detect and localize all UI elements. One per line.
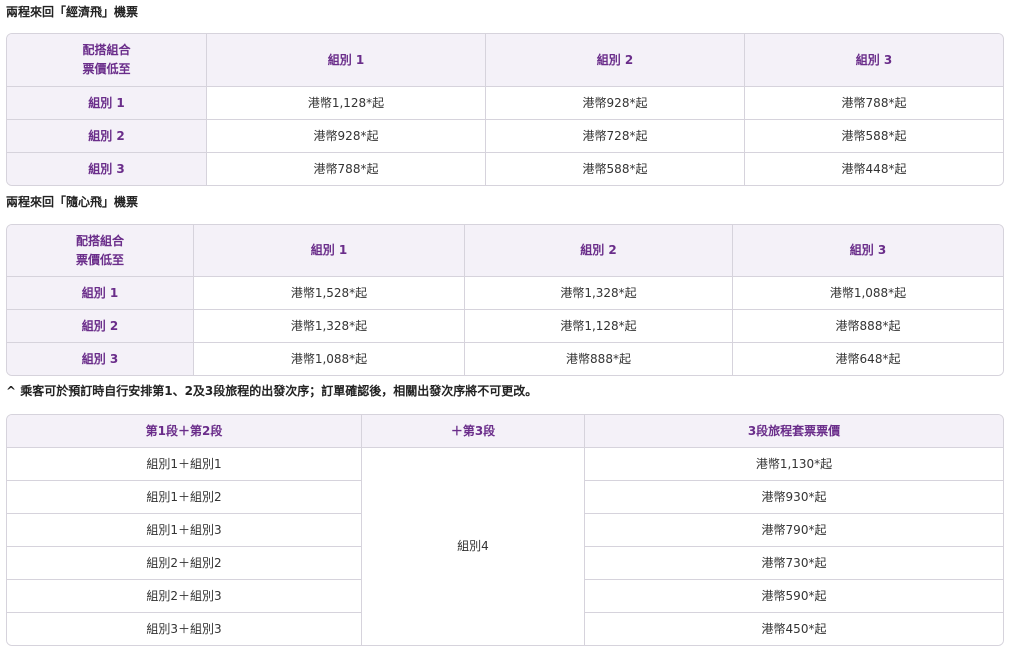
corner-label-line2: 票價低至 xyxy=(75,252,124,267)
corner-label-line2: 票價低至 xyxy=(82,62,131,76)
corner-label-line1: 配搭組合 xyxy=(75,233,124,248)
package-price-cell: 港幣730*起 xyxy=(585,547,1003,580)
package-price-cell: 港幣590*起 xyxy=(585,580,1003,613)
row-header: 組別 2 xyxy=(7,120,207,153)
fare-cell: 港幣648*起 xyxy=(733,343,1003,375)
fare-cell: 港幣1,128*起 xyxy=(465,310,733,343)
flex-fare-table: 配搭組合 票價低至 組別 1 組別 2 組別 3 組別 1 港幣1,528*起 … xyxy=(6,224,1004,376)
column-header: ＋第3段 xyxy=(362,415,585,448)
fare-cell: 港幣1,528*起 xyxy=(194,277,465,310)
row-header: 組別 1 xyxy=(7,87,207,120)
fare-cell: 港幣1,328*起 xyxy=(465,277,733,310)
fare-cell: 港幣588*起 xyxy=(745,120,1003,153)
booking-order-note: ^ 乘客可於預訂時自行安排第1、2及3段旅程的出發次序；訂單確認後，相關出發次序… xyxy=(6,384,538,398)
fare-cell: 港幣728*起 xyxy=(486,120,745,153)
fare-cell: 港幣1,088*起 xyxy=(194,343,465,375)
third-segment-cell: 組別4 xyxy=(362,448,585,645)
column-header: 組別 1 xyxy=(194,225,465,277)
column-header: 第1段＋第2段 xyxy=(7,415,362,448)
combo-cell: 組別2＋組別3 xyxy=(7,580,362,613)
column-header: 組別 2 xyxy=(486,34,745,87)
flex-title: 兩程來回「隨心飛」機票 xyxy=(6,195,139,209)
column-header: 組別 2 xyxy=(465,225,733,277)
fare-cell: 港幣1,088*起 xyxy=(733,277,1003,310)
column-header: 組別 3 xyxy=(733,225,1003,277)
package-price-cell: 港幣1,130*起 xyxy=(585,448,1003,481)
fare-cell: 港幣448*起 xyxy=(745,153,1003,185)
combo-cell: 組別1＋組別3 xyxy=(7,514,362,547)
package-price-cell: 港幣790*起 xyxy=(585,514,1003,547)
economy-title: 兩程來回「經濟飛」機票 xyxy=(6,5,139,19)
row-header: 組別 2 xyxy=(7,310,194,343)
row-header: 組別 3 xyxy=(7,343,194,375)
column-header: 3段旅程套票票價 xyxy=(585,415,1003,448)
fare-cell: 港幣788*起 xyxy=(207,153,486,185)
fare-cell: 港幣1,328*起 xyxy=(194,310,465,343)
fare-cell: 港幣788*起 xyxy=(745,87,1003,120)
fare-cell: 港幣928*起 xyxy=(207,120,486,153)
column-header: 組別 1 xyxy=(207,34,486,87)
corner-label-line1: 配搭組合 xyxy=(82,43,131,57)
package-price-cell: 港幣930*起 xyxy=(585,481,1003,514)
economy-fare-table: 配搭組合 票價低至 組別 1 組別 2 組別 3 組別 1 港幣1,128*起 … xyxy=(6,33,1004,186)
package-price-cell: 港幣450*起 xyxy=(585,613,1003,645)
combo-cell: 組別1＋組別1 xyxy=(7,448,362,481)
fare-cell: 港幣928*起 xyxy=(486,87,745,120)
combo-cell: 組別2＋組別2 xyxy=(7,547,362,580)
row-header: 組別 1 xyxy=(7,277,194,310)
combo-cell: 組別3＋組別3 xyxy=(7,613,362,645)
fare-cell: 港幣1,128*起 xyxy=(207,87,486,120)
combo-cell: 組別1＋組別2 xyxy=(7,481,362,514)
row-header: 組別 3 xyxy=(7,153,207,185)
corner-header: 配搭組合 票價低至 xyxy=(7,225,194,277)
column-header: 組別 3 xyxy=(745,34,1003,87)
three-segment-table: 第1段＋第2段 ＋第3段 3段旅程套票票價 組別4 組別1＋組別1 港幣1,13… xyxy=(6,414,1004,646)
fare-cell: 港幣888*起 xyxy=(465,343,733,375)
corner-header: 配搭組合 票價低至 xyxy=(7,34,207,87)
fare-cell: 港幣888*起 xyxy=(733,310,1003,343)
fare-cell: 港幣588*起 xyxy=(486,153,745,185)
